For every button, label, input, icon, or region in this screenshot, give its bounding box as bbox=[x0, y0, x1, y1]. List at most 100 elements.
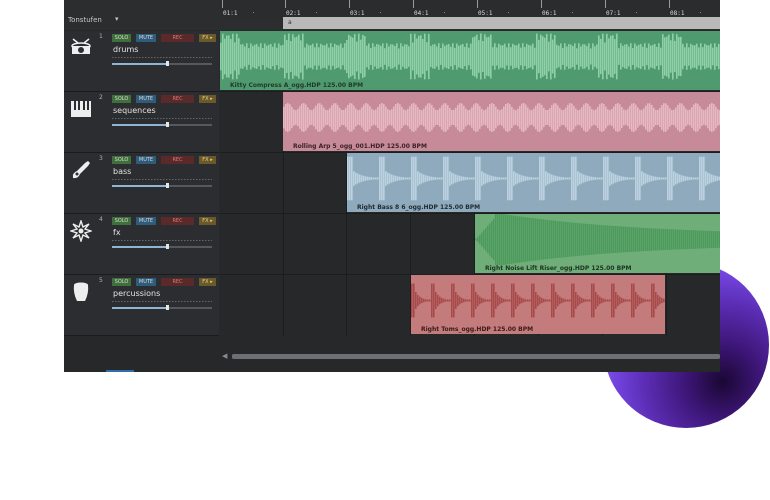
fx-button[interactable]: FX ▸ bbox=[199, 34, 216, 42]
volume-knob[interactable] bbox=[166, 61, 169, 66]
volume-slider[interactable] bbox=[112, 122, 212, 127]
track-header-bar: Tonstufen ▾ 01:1 02:1 03:1 04:1 05:1 06:1 07:1… bbox=[64, 0, 720, 30]
ruler-bar-label: 03:1 bbox=[350, 10, 365, 17]
mute-button[interactable]: MUTE bbox=[136, 156, 156, 164]
audio-clip[interactable]: Kitty Compress A_ogg.HDP 125.00 BPM bbox=[220, 31, 720, 90]
volume-slider[interactable] bbox=[112, 183, 212, 188]
track-divider bbox=[112, 179, 212, 180]
audio-clip[interactable]: Rolling Arp 5_ogg_001.HDP 125.00 BPM bbox=[283, 92, 720, 151]
volume-slider[interactable] bbox=[112, 61, 212, 66]
record-button[interactable]: REC bbox=[161, 156, 194, 164]
track-name[interactable]: fx bbox=[113, 228, 121, 237]
clip-label: Right Noise Lift Riser_ogg.HDP 125.00 BP… bbox=[485, 265, 632, 272]
track-header-bass[interactable]: 3 SOLO MUTE REC FX ▸ bass bbox=[64, 153, 219, 214]
ruler-bar-label: 08:1 bbox=[670, 10, 685, 17]
mute-button[interactable]: MUTE bbox=[136, 34, 156, 42]
solo-button[interactable]: SOLO bbox=[112, 34, 131, 42]
fx-button[interactable]: FX ▸ bbox=[199, 278, 216, 286]
keyboard-icon bbox=[70, 98, 92, 120]
volume-fill bbox=[112, 246, 167, 248]
scroll-area: ◀ bbox=[64, 336, 720, 372]
ruler-tick bbox=[222, 0, 223, 8]
audio-clip[interactable]: Right Noise Lift Riser_ogg.HDP 125.00 BP… bbox=[475, 214, 720, 273]
ruler-tick bbox=[605, 0, 606, 8]
daw-window: Tonstufen ▾ 01:1 02:1 03:1 04:1 05:1 06:1 07:1… bbox=[64, 0, 720, 372]
ruler-beat-dot bbox=[316, 12, 317, 13]
track-name[interactable]: percussions bbox=[113, 289, 160, 298]
volume-slider[interactable] bbox=[112, 244, 212, 249]
audio-clip[interactable]: Right Toms_ogg.HDP 125.00 BPM bbox=[411, 275, 665, 334]
ruler-beat-dot bbox=[380, 12, 381, 13]
scroll-left-arrow-icon[interactable]: ◀ bbox=[222, 352, 227, 360]
clip-label: Kitty Compress A_ogg.HDP 125.00 BPM bbox=[230, 82, 364, 89]
explosion-icon bbox=[68, 218, 94, 244]
track-divider bbox=[112, 301, 212, 302]
ruler-tick bbox=[477, 0, 478, 8]
ruler-beat-dot bbox=[253, 12, 254, 13]
mute-button[interactable]: MUTE bbox=[136, 278, 156, 286]
loop-range-bar[interactable] bbox=[283, 17, 720, 29]
volume-fill bbox=[112, 63, 167, 65]
ruler-tick bbox=[669, 0, 670, 8]
ruler-tick bbox=[285, 0, 286, 8]
drum-icon bbox=[70, 37, 92, 59]
volume-fill bbox=[112, 124, 167, 126]
ruler-beat-dot bbox=[572, 12, 573, 13]
track-name[interactable]: drums bbox=[113, 45, 138, 54]
conga-icon bbox=[70, 281, 92, 303]
scrollbar-thumb[interactable] bbox=[232, 354, 720, 359]
track-number: 3 bbox=[99, 155, 103, 162]
guitar-icon bbox=[70, 159, 92, 181]
track-name[interactable]: bass bbox=[113, 167, 131, 176]
record-button[interactable]: REC bbox=[161, 34, 194, 42]
clip-label: Right Bass 8 6_ogg.HDP 125.00 BPM bbox=[357, 204, 481, 211]
audio-clip[interactable]: Right Bass 8 6_ogg.HDP 125.00 BPM bbox=[347, 153, 720, 212]
track-header-percussions[interactable]: 5 SOLO MUTE REC FX ▸ percussions bbox=[64, 275, 219, 336]
solo-button[interactable]: SOLO bbox=[112, 95, 131, 103]
status-indicator bbox=[106, 370, 134, 372]
solo-button[interactable]: SOLO bbox=[112, 217, 131, 225]
ruler-tick bbox=[413, 0, 414, 8]
volume-fill bbox=[112, 185, 167, 187]
ruler-bar-label: 07:1 bbox=[606, 10, 621, 17]
mute-button[interactable]: MUTE bbox=[136, 95, 156, 103]
record-button[interactable]: REC bbox=[161, 95, 194, 103]
fx-button[interactable]: FX ▸ bbox=[199, 95, 216, 103]
timeline-ruler[interactable]: 01:1 02:1 03:1 04:1 05:1 06:1 07:1 08:1 bbox=[220, 0, 720, 18]
track-name[interactable]: sequences bbox=[113, 106, 156, 115]
solo-button[interactable]: SOLO bbox=[112, 278, 131, 286]
volume-knob[interactable] bbox=[166, 183, 169, 188]
track-divider bbox=[112, 57, 212, 58]
track-number: 2 bbox=[99, 94, 103, 101]
volume-knob[interactable] bbox=[166, 305, 169, 310]
ruler-beat-dot bbox=[508, 12, 509, 13]
track-header-sequences[interactable]: 2 SOLO MUTE REC FX ▸ sequences bbox=[64, 92, 219, 153]
ruler-beat-dot bbox=[700, 12, 701, 13]
ruler-bar-label: 05:1 bbox=[478, 10, 493, 17]
ruler-bar-label: 02:1 bbox=[286, 10, 301, 17]
fx-button[interactable]: FX ▸ bbox=[199, 217, 216, 225]
ruler-bar-label: 04:1 bbox=[414, 10, 429, 17]
arrange-area[interactable]: Kitty Compress A_ogg.HDP 125.00 BPM Rolli… bbox=[220, 31, 720, 336]
track-header-fx[interactable]: 4 SOLO MUTE REC FX ▸ fx bbox=[64, 214, 219, 275]
mute-button[interactable]: MUTE bbox=[136, 217, 156, 225]
volume-knob[interactable] bbox=[166, 244, 169, 249]
record-button[interactable]: REC bbox=[161, 217, 194, 225]
track-header-drums[interactable]: 1 SOLO MUTE REC FX ▸ drums bbox=[64, 31, 219, 92]
volume-slider[interactable] bbox=[112, 305, 212, 310]
loop-marker[interactable]: a bbox=[288, 19, 292, 26]
horizontal-scrollbar[interactable] bbox=[232, 354, 720, 359]
solo-button[interactable]: SOLO bbox=[112, 156, 131, 164]
track-number: 4 bbox=[99, 216, 103, 223]
waveform bbox=[220, 33, 720, 80]
waveform bbox=[475, 214, 720, 265]
record-button[interactable]: REC bbox=[161, 278, 194, 286]
ruler-beat-dot bbox=[636, 12, 637, 13]
chevron-down-icon[interactable]: ▾ bbox=[115, 15, 119, 23]
fx-button[interactable]: FX ▸ bbox=[199, 156, 216, 164]
volume-knob[interactable] bbox=[166, 122, 169, 127]
waveform bbox=[411, 283, 665, 318]
volume-fill bbox=[112, 307, 167, 309]
track-divider bbox=[112, 118, 212, 119]
clip-label: Rolling Arp 5_ogg_001.HDP 125.00 BPM bbox=[293, 143, 427, 150]
